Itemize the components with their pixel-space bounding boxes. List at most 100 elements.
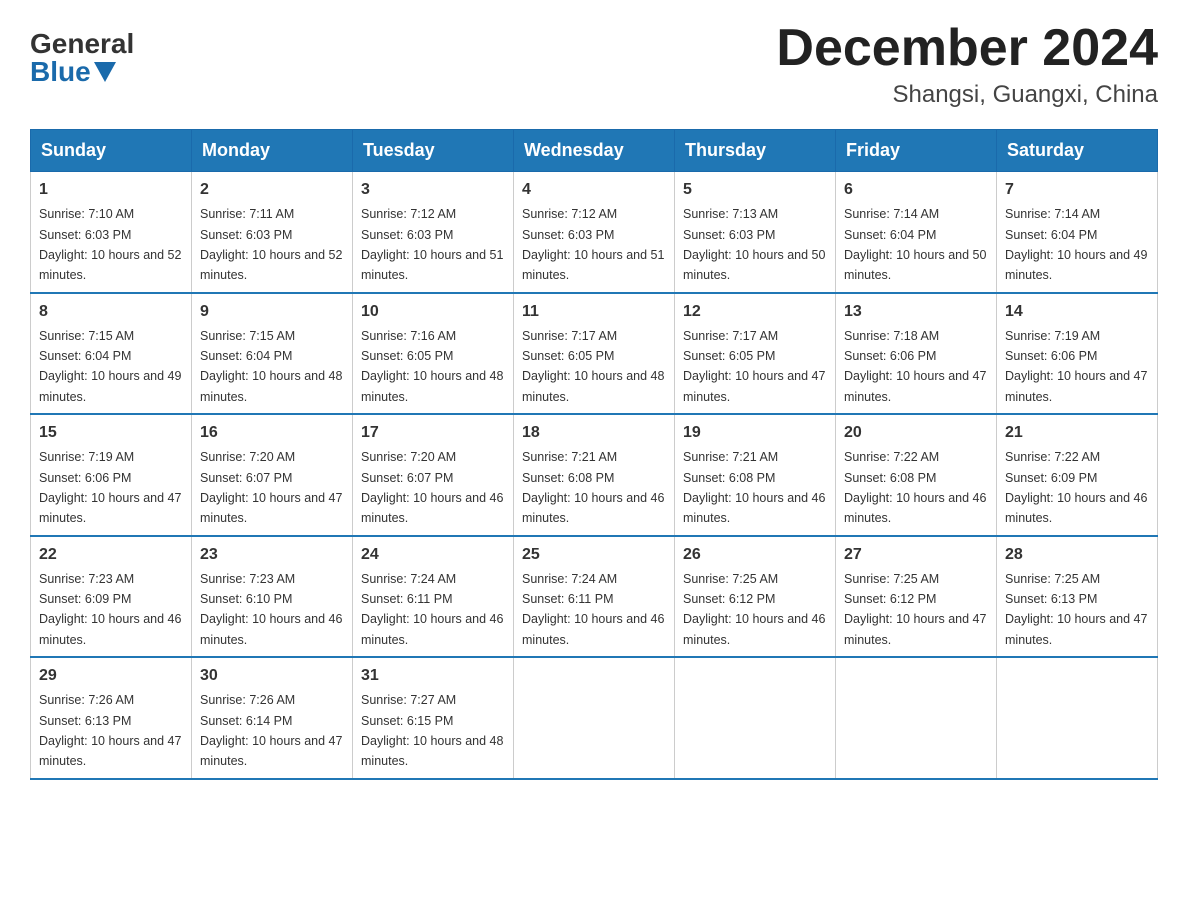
day-number: 16 xyxy=(200,421,344,445)
table-row: 18 Sunrise: 7:21 AMSunset: 6:08 PMDaylig… xyxy=(514,414,675,536)
day-number: 18 xyxy=(522,421,666,445)
table-row: 7 Sunrise: 7:14 AMSunset: 6:04 PMDayligh… xyxy=(997,172,1158,293)
table-row: 2 Sunrise: 7:11 AMSunset: 6:03 PMDayligh… xyxy=(192,172,353,293)
day-number: 3 xyxy=(361,178,505,202)
day-number: 21 xyxy=(1005,421,1149,445)
day-number: 11 xyxy=(522,300,666,324)
table-row: 14 Sunrise: 7:19 AMSunset: 6:06 PMDaylig… xyxy=(997,293,1158,415)
day-number: 26 xyxy=(683,543,827,567)
logo: General Blue xyxy=(30,30,134,86)
month-title: December 2024 xyxy=(776,20,1158,77)
calendar-week-row: 8 Sunrise: 7:15 AMSunset: 6:04 PMDayligh… xyxy=(31,293,1158,415)
table-row: 17 Sunrise: 7:20 AMSunset: 6:07 PMDaylig… xyxy=(353,414,514,536)
table-row: 10 Sunrise: 7:16 AMSunset: 6:05 PMDaylig… xyxy=(353,293,514,415)
day-number: 31 xyxy=(361,664,505,688)
day-number: 24 xyxy=(361,543,505,567)
table-row: 26 Sunrise: 7:25 AMSunset: 6:12 PMDaylig… xyxy=(675,536,836,658)
day-info: Sunrise: 7:12 AMSunset: 6:03 PMDaylight:… xyxy=(361,207,503,282)
calendar-week-row: 22 Sunrise: 7:23 AMSunset: 6:09 PMDaylig… xyxy=(31,536,1158,658)
day-number: 20 xyxy=(844,421,988,445)
day-info: Sunrise: 7:20 AMSunset: 6:07 PMDaylight:… xyxy=(361,450,503,525)
table-row xyxy=(514,657,675,779)
day-number: 30 xyxy=(200,664,344,688)
day-info: Sunrise: 7:26 AMSunset: 6:13 PMDaylight:… xyxy=(39,693,181,768)
calendar-week-row: 15 Sunrise: 7:19 AMSunset: 6:06 PMDaylig… xyxy=(31,414,1158,536)
day-info: Sunrise: 7:17 AMSunset: 6:05 PMDaylight:… xyxy=(522,329,664,404)
day-info: Sunrise: 7:25 AMSunset: 6:12 PMDaylight:… xyxy=(844,572,986,647)
day-info: Sunrise: 7:12 AMSunset: 6:03 PMDaylight:… xyxy=(522,207,664,282)
day-info: Sunrise: 7:21 AMSunset: 6:08 PMDaylight:… xyxy=(522,450,664,525)
day-number: 19 xyxy=(683,421,827,445)
location-title: Shangsi, Guangxi, China xyxy=(776,81,1158,109)
day-number: 9 xyxy=(200,300,344,324)
table-row: 30 Sunrise: 7:26 AMSunset: 6:14 PMDaylig… xyxy=(192,657,353,779)
day-info: Sunrise: 7:25 AMSunset: 6:12 PMDaylight:… xyxy=(683,572,825,647)
day-info: Sunrise: 7:27 AMSunset: 6:15 PMDaylight:… xyxy=(361,693,503,768)
day-number: 4 xyxy=(522,178,666,202)
day-info: Sunrise: 7:15 AMSunset: 6:04 PMDaylight:… xyxy=(200,329,342,404)
day-info: Sunrise: 7:23 AMSunset: 6:09 PMDaylight:… xyxy=(39,572,181,647)
day-number: 25 xyxy=(522,543,666,567)
calendar-header-row: Sunday Monday Tuesday Wednesday Thursday… xyxy=(31,130,1158,172)
day-number: 10 xyxy=(361,300,505,324)
page-header: General Blue December 2024 Shangsi, Guan… xyxy=(30,20,1158,109)
table-row: 3 Sunrise: 7:12 AMSunset: 6:03 PMDayligh… xyxy=(353,172,514,293)
logo-blue-text: Blue xyxy=(30,58,116,86)
day-number: 23 xyxy=(200,543,344,567)
table-row: 16 Sunrise: 7:20 AMSunset: 6:07 PMDaylig… xyxy=(192,414,353,536)
calendar-week-row: 1 Sunrise: 7:10 AMSunset: 6:03 PMDayligh… xyxy=(31,172,1158,293)
day-info: Sunrise: 7:11 AMSunset: 6:03 PMDaylight:… xyxy=(200,207,342,282)
day-number: 13 xyxy=(844,300,988,324)
table-row: 24 Sunrise: 7:24 AMSunset: 6:11 PMDaylig… xyxy=(353,536,514,658)
day-number: 2 xyxy=(200,178,344,202)
table-row: 31 Sunrise: 7:27 AMSunset: 6:15 PMDaylig… xyxy=(353,657,514,779)
table-row: 27 Sunrise: 7:25 AMSunset: 6:12 PMDaylig… xyxy=(836,536,997,658)
header-tuesday: Tuesday xyxy=(353,130,514,172)
day-number: 5 xyxy=(683,178,827,202)
day-info: Sunrise: 7:22 AMSunset: 6:08 PMDaylight:… xyxy=(844,450,986,525)
day-info: Sunrise: 7:14 AMSunset: 6:04 PMDaylight:… xyxy=(844,207,986,282)
day-info: Sunrise: 7:15 AMSunset: 6:04 PMDaylight:… xyxy=(39,329,181,404)
day-info: Sunrise: 7:21 AMSunset: 6:08 PMDaylight:… xyxy=(683,450,825,525)
table-row: 6 Sunrise: 7:14 AMSunset: 6:04 PMDayligh… xyxy=(836,172,997,293)
table-row: 1 Sunrise: 7:10 AMSunset: 6:03 PMDayligh… xyxy=(31,172,192,293)
day-info: Sunrise: 7:19 AMSunset: 6:06 PMDaylight:… xyxy=(1005,329,1147,404)
day-number: 1 xyxy=(39,178,183,202)
table-row: 4 Sunrise: 7:12 AMSunset: 6:03 PMDayligh… xyxy=(514,172,675,293)
table-row: 12 Sunrise: 7:17 AMSunset: 6:05 PMDaylig… xyxy=(675,293,836,415)
table-row: 22 Sunrise: 7:23 AMSunset: 6:09 PMDaylig… xyxy=(31,536,192,658)
day-info: Sunrise: 7:24 AMSunset: 6:11 PMDaylight:… xyxy=(361,572,503,647)
day-number: 6 xyxy=(844,178,988,202)
day-info: Sunrise: 7:16 AMSunset: 6:05 PMDaylight:… xyxy=(361,329,503,404)
table-row: 23 Sunrise: 7:23 AMSunset: 6:10 PMDaylig… xyxy=(192,536,353,658)
header-wednesday: Wednesday xyxy=(514,130,675,172)
day-number: 28 xyxy=(1005,543,1149,567)
title-block: December 2024 Shangsi, Guangxi, China xyxy=(776,20,1158,109)
day-info: Sunrise: 7:20 AMSunset: 6:07 PMDaylight:… xyxy=(200,450,342,525)
day-number: 29 xyxy=(39,664,183,688)
table-row: 11 Sunrise: 7:17 AMSunset: 6:05 PMDaylig… xyxy=(514,293,675,415)
logo-triangle-icon xyxy=(94,62,116,82)
day-info: Sunrise: 7:26 AMSunset: 6:14 PMDaylight:… xyxy=(200,693,342,768)
table-row: 13 Sunrise: 7:18 AMSunset: 6:06 PMDaylig… xyxy=(836,293,997,415)
day-info: Sunrise: 7:24 AMSunset: 6:11 PMDaylight:… xyxy=(522,572,664,647)
day-number: 12 xyxy=(683,300,827,324)
table-row: 29 Sunrise: 7:26 AMSunset: 6:13 PMDaylig… xyxy=(31,657,192,779)
calendar-week-row: 29 Sunrise: 7:26 AMSunset: 6:13 PMDaylig… xyxy=(31,657,1158,779)
table-row: 19 Sunrise: 7:21 AMSunset: 6:08 PMDaylig… xyxy=(675,414,836,536)
table-row xyxy=(997,657,1158,779)
day-info: Sunrise: 7:14 AMSunset: 6:04 PMDaylight:… xyxy=(1005,207,1147,282)
day-number: 17 xyxy=(361,421,505,445)
day-number: 15 xyxy=(39,421,183,445)
day-info: Sunrise: 7:17 AMSunset: 6:05 PMDaylight:… xyxy=(683,329,825,404)
day-info: Sunrise: 7:18 AMSunset: 6:06 PMDaylight:… xyxy=(844,329,986,404)
table-row: 5 Sunrise: 7:13 AMSunset: 6:03 PMDayligh… xyxy=(675,172,836,293)
day-info: Sunrise: 7:19 AMSunset: 6:06 PMDaylight:… xyxy=(39,450,181,525)
day-info: Sunrise: 7:22 AMSunset: 6:09 PMDaylight:… xyxy=(1005,450,1147,525)
table-row: 9 Sunrise: 7:15 AMSunset: 6:04 PMDayligh… xyxy=(192,293,353,415)
table-row xyxy=(836,657,997,779)
day-number: 8 xyxy=(39,300,183,324)
header-monday: Monday xyxy=(192,130,353,172)
logo-general-text: General xyxy=(30,30,134,58)
day-number: 7 xyxy=(1005,178,1149,202)
